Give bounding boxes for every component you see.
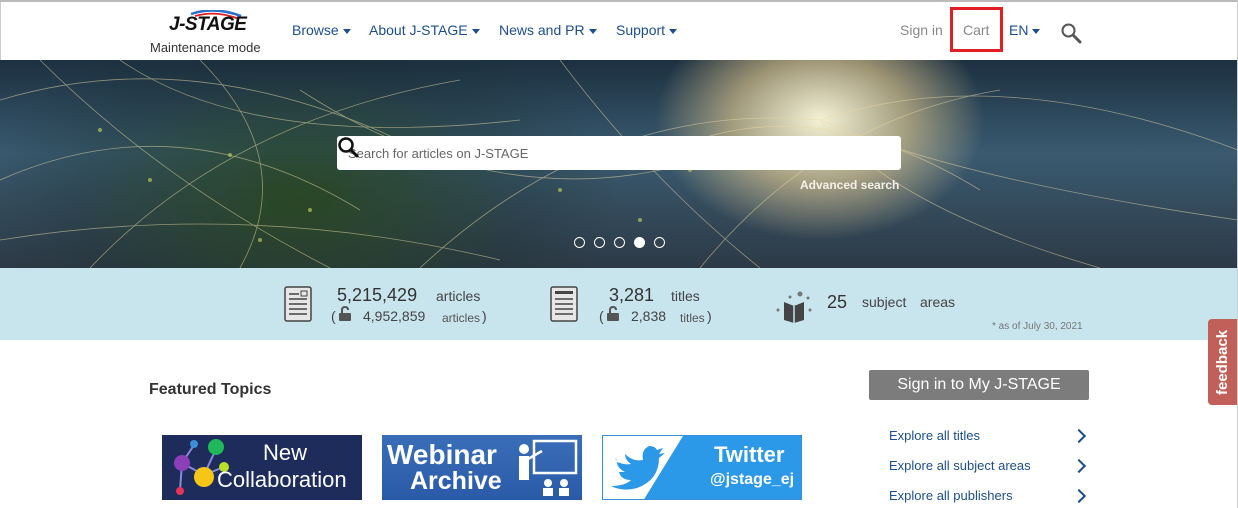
page: J-STAGE Maintenance mode Browse About J-…	[0, 0, 1238, 508]
paren-open: (	[599, 308, 604, 324]
search-icon[interactable]	[1060, 22, 1082, 44]
hero-banner: Advanced search	[0, 60, 1238, 268]
open-access-lock-icon	[607, 306, 619, 321]
logo-text: J-STAGE	[169, 14, 247, 35]
chevron-right-icon[interactable]	[1071, 428, 1087, 444]
banner-twitter[interactable]: Twitter @jstage_ej	[602, 435, 802, 500]
search-bar	[337, 136, 901, 170]
carousel-dot-active[interactable]	[634, 237, 645, 248]
paren-close: )	[482, 308, 487, 324]
featured-topics-heading: Featured Topics	[149, 381, 272, 398]
nav-support[interactable]: Support	[616, 22, 678, 38]
language-select[interactable]: EN	[1009, 22, 1041, 38]
document-icon	[284, 286, 312, 322]
header: J-STAGE Maintenance mode Browse About J-…	[0, 2, 1238, 60]
explore-all-publishers-link[interactable]: Explore all publishers	[889, 488, 1013, 503]
cart-link[interactable]: Cart	[963, 22, 989, 38]
nav-news[interactable]: News and PR	[499, 22, 597, 38]
explore-all-titles-link[interactable]: Explore all titles	[889, 428, 980, 443]
as-of-date: * as of July 30, 2021	[992, 321, 1083, 332]
sign-in-link[interactable]: Sign in	[900, 22, 943, 38]
nav-support-label: Support	[616, 22, 666, 38]
carousel-dots	[574, 235, 674, 253]
jstage-logo[interactable]: J-STAGE	[169, 10, 249, 35]
titles-label: titles	[671, 288, 700, 304]
banner-line2: Collaboration	[217, 467, 347, 492]
banner-line2: Archive	[410, 467, 502, 495]
presenter-screen-icon	[519, 439, 578, 496]
nav-browse-label: Browse	[292, 22, 339, 38]
carousel-dot[interactable]	[574, 237, 585, 248]
banner-line2: @jstage_ej	[710, 471, 795, 488]
carousel-dot[interactable]	[654, 237, 665, 248]
banner-line1: New	[263, 440, 308, 465]
nav-news-label: News and PR	[499, 22, 585, 38]
book-subjects-icon	[776, 291, 812, 323]
language-label: EN	[1009, 22, 1029, 38]
open-articles-count: 4,952,859	[363, 308, 426, 324]
journal-icon	[550, 286, 578, 322]
caret-down-icon	[342, 28, 351, 34]
open-titles-label: titles	[680, 311, 705, 325]
open-articles-label: articles	[442, 311, 481, 325]
feedback-label: feedback	[1214, 329, 1231, 395]
paren-open: (	[331, 308, 336, 324]
explore-all-subject-areas-link[interactable]: Explore all subject areas	[889, 458, 1031, 473]
subjects-count: 25	[827, 292, 848, 312]
areas-label: areas	[920, 294, 956, 310]
nav-browse[interactable]: Browse	[292, 22, 351, 38]
caret-down-icon	[588, 28, 597, 34]
maintenance-mode-label: Maintenance mode	[150, 40, 261, 55]
carousel-dot[interactable]	[594, 237, 605, 248]
paren-close: )	[707, 308, 712, 324]
carousel-dot[interactable]	[614, 237, 625, 248]
articles-count: 5,215,429	[337, 285, 418, 305]
banner-webinar-archive[interactable]: Webinar Archive	[382, 435, 582, 500]
titles-count: 3,281	[609, 285, 655, 305]
banner-new-collaboration[interactable]: New Collaboration	[162, 435, 362, 500]
open-access-lock-icon	[339, 306, 351, 321]
nav-about[interactable]: About J-STAGE	[369, 22, 480, 38]
advanced-search-link[interactable]: Advanced search	[800, 178, 899, 192]
open-titles-count: 2,838	[631, 308, 667, 324]
search-input[interactable]	[337, 136, 857, 170]
stats-bar: 5,215,429 articles ( 4,952,859 articles …	[0, 268, 1238, 340]
chevron-right-icon[interactable]	[1071, 458, 1087, 474]
sign-in-my-jstage-button[interactable]: Sign in to My J-STAGE	[869, 370, 1089, 400]
caret-down-icon	[471, 28, 480, 34]
caret-down-icon	[669, 28, 678, 34]
nav-about-label: About J-STAGE	[369, 22, 468, 38]
search-button-icon[interactable]	[337, 136, 359, 158]
banner-line1: Twitter	[714, 442, 785, 467]
chevron-right-icon[interactable]	[1071, 488, 1087, 504]
feedback-tab[interactable]: feedback	[1208, 319, 1238, 405]
caret-down-icon	[1032, 28, 1041, 34]
articles-label: articles	[436, 288, 481, 304]
subjects-label: subject	[862, 294, 907, 310]
